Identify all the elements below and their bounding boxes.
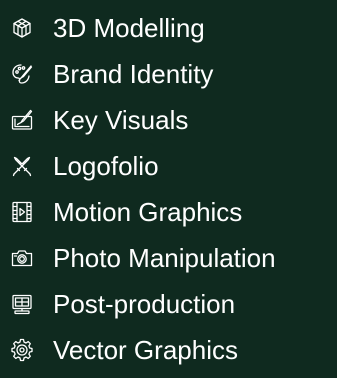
palette-icon	[10, 62, 34, 86]
menu-item-label: Key Visuals	[53, 105, 189, 135]
menu-item-label: Post-production	[53, 289, 236, 319]
monitor-icon	[10, 292, 34, 316]
menu-item-label: 3D Modelling	[53, 13, 205, 43]
menu-item-label: Photo Manipulation	[53, 243, 276, 273]
menu-item-key-visuals[interactable]: Key Visuals	[0, 97, 337, 143]
menu-item-brand-identity[interactable]: Brand Identity	[0, 51, 337, 97]
menu-item-label: Motion Graphics	[53, 197, 243, 227]
cube-icon	[10, 16, 34, 40]
compass-icon	[10, 154, 34, 178]
menu-item-logofolio[interactable]: Logofolio	[0, 143, 337, 189]
category-menu-panel: 3D Modelling Brand Identity Key Visuals …	[0, 0, 337, 378]
drawing-tablet-icon	[10, 108, 34, 132]
menu-item-label: Brand Identity	[53, 59, 214, 89]
film-play-icon	[10, 200, 34, 224]
menu-item-label: Vector Graphics	[53, 335, 238, 365]
category-menu: 3D Modelling Brand Identity Key Visuals …	[0, 5, 337, 373]
menu-item-motion-graphics[interactable]: Motion Graphics	[0, 189, 337, 235]
camera-icon	[10, 246, 34, 270]
menu-item-label: Logofolio	[53, 151, 159, 181]
menu-item-3d-modelling[interactable]: 3D Modelling	[0, 5, 337, 51]
menu-item-vector-graphics[interactable]: Vector Graphics	[0, 327, 337, 373]
menu-item-photo-manipulation[interactable]: Photo Manipulation	[0, 235, 337, 281]
gear-icon	[10, 338, 34, 362]
menu-item-post-production[interactable]: Post-production	[0, 281, 337, 327]
